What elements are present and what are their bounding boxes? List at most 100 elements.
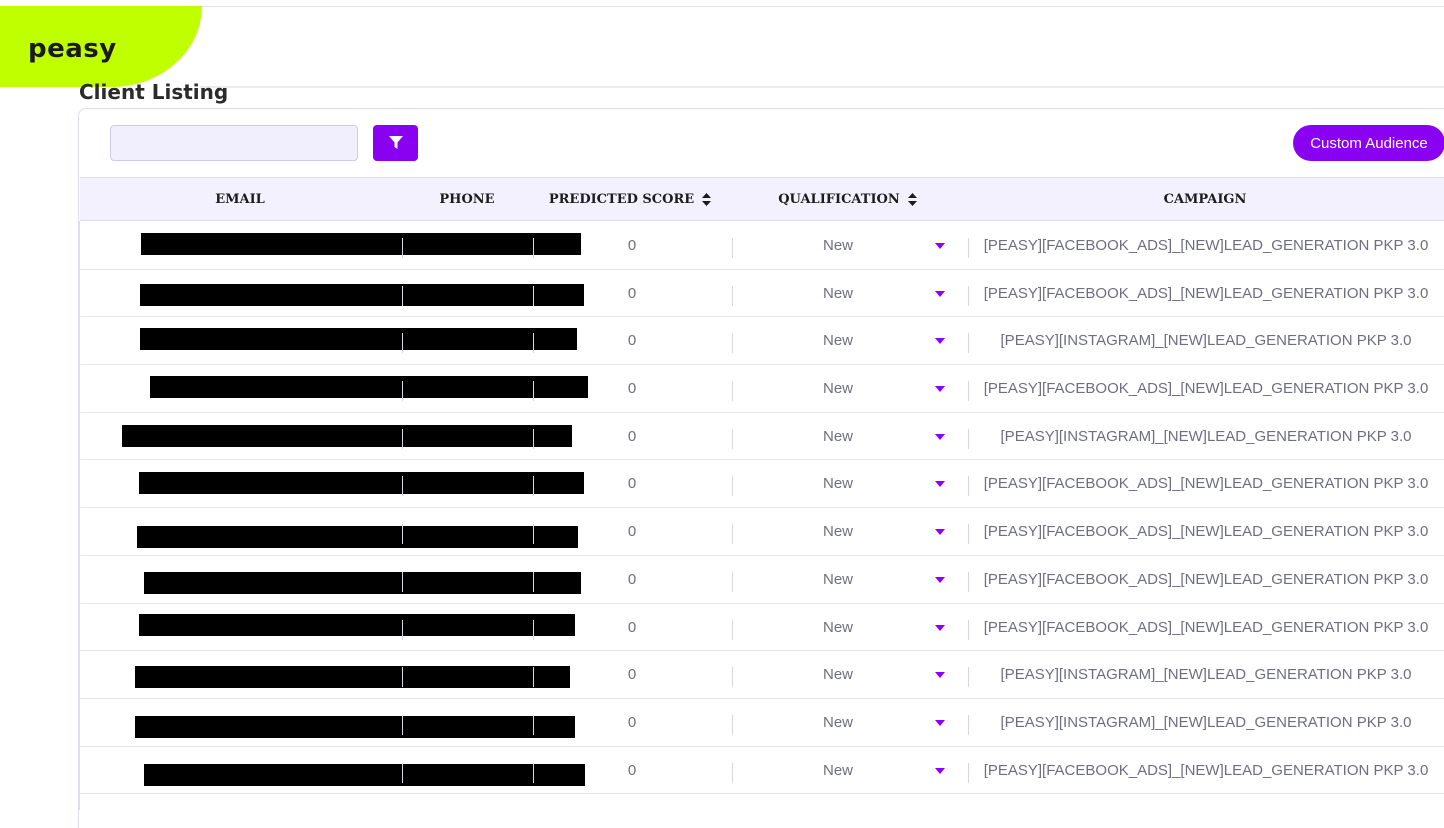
table-row[interactable]: 0 New [PEASY][FACEBOOK_ADS]_[NEW]LEAD_GE… bbox=[80, 556, 1444, 604]
table-row[interactable]: 0 New [PEASY][FACEBOOK_ADS]_[NEW]LEAD_GE… bbox=[80, 747, 1444, 795]
redacted-contact bbox=[137, 526, 578, 549]
chevron-down-icon[interactable] bbox=[935, 529, 945, 536]
column-divider bbox=[732, 762, 733, 783]
table-row[interactable]: 0 New [PEASY][INSTAGRAM]_[NEW]LEAD_GENER… bbox=[80, 651, 1444, 699]
table-row[interactable]: 0 New [PEASY][FACEBOOK_ADS]_[NEW]LEAD_GE… bbox=[80, 508, 1444, 556]
column-header-qualification[interactable]: QUALIFICATION bbox=[755, 178, 940, 220]
campaign-cell: [PEASY][FACEBOOK_ADS]_[NEW]LEAD_GENERATI… bbox=[983, 523, 1429, 541]
campaign-cell: [PEASY][INSTAGRAM]_[NEW]LEAD_GENERATION … bbox=[1000, 427, 1412, 445]
table-row[interactable]: 0 New [PEASY][FACEBOOK_ADS]_[NEW]LEAD_GE… bbox=[80, 460, 1444, 509]
campaign-header-label: CAMPAIGN bbox=[1163, 191, 1247, 207]
column-divider bbox=[968, 714, 969, 735]
column-header-campaign[interactable]: CAMPAIGN bbox=[1105, 178, 1305, 220]
predicted-score-cell: 0 bbox=[627, 237, 637, 254]
chevron-down-icon[interactable] bbox=[935, 767, 945, 774]
sort-icon[interactable] bbox=[702, 192, 712, 206]
column-divider bbox=[968, 524, 969, 545]
page-title: Client Listing bbox=[79, 80, 229, 104]
redacted-contact bbox=[140, 283, 584, 306]
qualification-select[interactable]: New bbox=[778, 604, 898, 651]
column-divider bbox=[402, 571, 403, 592]
chevron-down-icon[interactable] bbox=[935, 481, 945, 488]
predicted-score-cell: 0 bbox=[627, 332, 637, 350]
column-divider bbox=[402, 476, 403, 497]
phone-header-label: PHONE bbox=[439, 191, 495, 207]
table-row[interactable]: 0 New [PEASY][FACEBOOK_ADS]_[NEW]LEAD_GE… bbox=[80, 222, 1444, 270]
qualification-select[interactable]: New bbox=[778, 317, 898, 364]
column-divider bbox=[402, 285, 403, 306]
column-divider bbox=[402, 333, 403, 354]
qualification-select[interactable]: New bbox=[778, 222, 898, 269]
custom-audience-button[interactable]: Custom Audience bbox=[1293, 125, 1444, 161]
chevron-down-icon[interactable] bbox=[935, 290, 945, 297]
table-row[interactable]: 0 New [PEASY][FACEBOOK_ADS]_[NEW]LEAD_GE… bbox=[80, 604, 1444, 652]
redacted-contact bbox=[144, 571, 581, 594]
chevron-down-icon[interactable] bbox=[935, 719, 945, 726]
column-divider bbox=[402, 714, 403, 735]
column-divider bbox=[533, 571, 534, 592]
qualification-select[interactable]: New bbox=[778, 699, 898, 746]
table-row[interactable]: 0 New [PEASY][FACEBOOK_ADS]_[NEW]LEAD_GE… bbox=[80, 365, 1444, 413]
predicted-score-header-label: PREDICTED SCORE bbox=[548, 191, 695, 207]
predicted-score-cell: 0 bbox=[627, 380, 637, 398]
redacted-contact bbox=[139, 613, 575, 636]
email-header-label: EMAIL bbox=[215, 191, 265, 207]
table-row[interactable]: 0 New [PEASY][INSTAGRAM]_[NEW]LEAD_GENER… bbox=[80, 317, 1444, 366]
column-header-email[interactable]: EMAIL bbox=[140, 178, 340, 220]
chevron-down-icon[interactable] bbox=[935, 576, 945, 583]
redacted-contact bbox=[141, 233, 581, 255]
logo-badge[interactable]: peasy bbox=[0, 6, 202, 87]
qualification-select[interactable]: New bbox=[778, 413, 898, 460]
chevron-down-icon[interactable] bbox=[935, 672, 945, 679]
column-divider bbox=[402, 238, 403, 258]
predicted-score-cell: 0 bbox=[627, 475, 637, 493]
column-divider bbox=[968, 762, 969, 783]
chevron-down-icon[interactable] bbox=[935, 338, 945, 345]
qualification-select[interactable]: New bbox=[778, 747, 898, 794]
column-divider bbox=[968, 571, 969, 592]
redacted-contact bbox=[135, 715, 575, 738]
campaign-cell: [PEASY][FACEBOOK_ADS]_[NEW]LEAD_GENERATI… bbox=[983, 570, 1429, 588]
predicted-score-cell: 0 bbox=[627, 713, 637, 731]
qualification-select[interactable]: New bbox=[778, 651, 898, 698]
table-row[interactable]: 0 New [PEASY][FACEBOOK_ADS]_[NEW]LEAD_GE… bbox=[80, 270, 1444, 318]
chevron-down-icon[interactable] bbox=[935, 243, 945, 249]
redacted-contact bbox=[135, 666, 570, 689]
column-divider bbox=[402, 667, 403, 688]
filter-button[interactable] bbox=[373, 125, 418, 161]
campaign-cell: [PEASY][INSTAGRAM]_[NEW]LEAD_GENERATION … bbox=[1000, 666, 1412, 684]
predicted-score-cell: 0 bbox=[627, 761, 637, 779]
column-divider bbox=[402, 619, 403, 640]
predicted-score-cell: 0 bbox=[627, 427, 637, 445]
qualification-select[interactable]: New bbox=[778, 460, 898, 507]
column-divider bbox=[732, 238, 733, 258]
predicted-score-cell: 0 bbox=[627, 284, 637, 302]
table-row[interactable]: 0 New [PEASY][INSTAGRAM]_[NEW]LEAD_GENER… bbox=[80, 699, 1444, 747]
column-header-predicted-score[interactable]: PREDICTED SCORE bbox=[535, 178, 725, 220]
chevron-down-icon[interactable] bbox=[935, 433, 945, 440]
column-divider bbox=[533, 476, 534, 497]
chevron-down-icon[interactable] bbox=[935, 386, 945, 393]
campaign-cell: [PEASY][INSTAGRAM]_[NEW]LEAD_GENERATION … bbox=[1000, 332, 1412, 350]
qualification-select[interactable]: New bbox=[778, 365, 898, 412]
campaign-cell: [PEASY][FACEBOOK_ADS]_[NEW]LEAD_GENERATI… bbox=[983, 237, 1429, 254]
table-row[interactable]: 0 New [PEASY][INSTAGRAM]_[NEW]LEAD_GENER… bbox=[80, 413, 1444, 461]
column-header-phone[interactable]: PHONE bbox=[407, 178, 527, 220]
column-divider bbox=[533, 381, 534, 402]
qualification-select[interactable]: New bbox=[778, 270, 898, 317]
campaign-cell: [PEASY][FACEBOOK_ADS]_[NEW]LEAD_GENERATI… bbox=[983, 380, 1429, 398]
chevron-down-icon[interactable] bbox=[935, 624, 945, 631]
sort-icon[interactable] bbox=[907, 192, 917, 206]
qualification-select[interactable]: New bbox=[778, 556, 898, 603]
campaign-cell: [PEASY][INSTAGRAM]_[NEW]LEAD_GENERATION … bbox=[1000, 713, 1412, 731]
column-divider bbox=[732, 714, 733, 735]
campaign-cell: [PEASY][FACEBOOK_ADS]_[NEW]LEAD_GENERATI… bbox=[983, 475, 1429, 493]
column-divider bbox=[732, 428, 733, 449]
search-input[interactable] bbox=[110, 125, 358, 161]
predicted-score-cell: 0 bbox=[627, 570, 637, 588]
qualification-select[interactable]: New bbox=[778, 508, 898, 555]
predicted-score-cell: 0 bbox=[627, 523, 637, 541]
campaign-cell: [PEASY][FACEBOOK_ADS]_[NEW]LEAD_GENERATI… bbox=[983, 761, 1429, 779]
column-divider bbox=[732, 381, 733, 402]
column-divider bbox=[533, 285, 534, 306]
